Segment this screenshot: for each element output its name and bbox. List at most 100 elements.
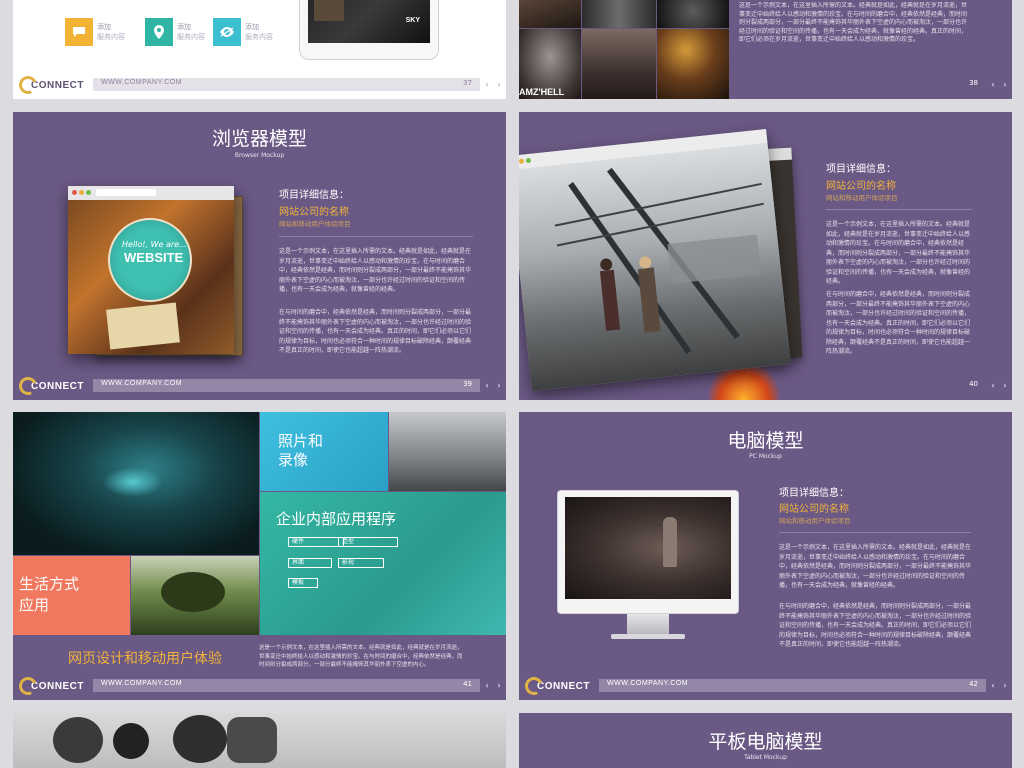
slide-39[interactable]: 浏览器模型 Browser Mockup Hello!, We are... W… (13, 112, 506, 400)
project-sublabel: 网站和移动用户体验项目 (826, 194, 898, 202)
url-bar: WWW.COMPANY.COM 39 (93, 379, 480, 392)
tag-style-2[interactable]: 造型 (338, 537, 398, 547)
slide-38[interactable]: AMZ'HELL 这是一个示例文本，在这里插入所需的文本。经典就是如此，经典就是… (519, 0, 1012, 99)
logo-c-icon (16, 374, 40, 398)
next-arrow[interactable]: › (494, 679, 504, 692)
footer-url: WWW.COMPANY.COM (101, 680, 183, 687)
tablet-mockup: SKY (299, 0, 439, 60)
slide-37[interactable]: 添加 服务内容 添加 服务内容 添加 服务内容 SKY CONNECT WWW.… (13, 0, 506, 99)
logo-text: CONNECT (31, 680, 84, 692)
url-bar: 38 (734, 78, 986, 91)
connect-logo: CONNECT (522, 674, 590, 698)
slide-footer: CONNECT WWW.COMPANY.COM 39 ‹ › (13, 372, 506, 400)
next-arrow[interactable]: › (494, 78, 504, 91)
slide-subtitle: PC Mockup (749, 453, 782, 460)
logo-c-icon (16, 73, 40, 97)
connect-logo: CONNECT (16, 73, 84, 97)
chair-back (227, 717, 277, 763)
paragraph-1: 这是一个示例文本，在这里插入所需的文本。经典就是如此，经典就是在岁月流逝，世事变… (779, 544, 971, 589)
photo-bridge-small (389, 412, 506, 491)
tag-hardware[interactable]: 硬件 (288, 537, 344, 547)
tag-film[interactable]: 影视 (338, 558, 384, 568)
slide-title: 电脑模型 (727, 430, 804, 452)
tile-lifestyle-apps: 生活方式 应用 (13, 556, 130, 635)
photo-figures (582, 0, 656, 28)
next-arrow[interactable]: › (1000, 379, 1010, 392)
browser-content: Hello!, We are... WEBSITE (68, 200, 234, 354)
page-number: 37 (463, 79, 472, 87)
next-arrow[interactable]: › (1000, 679, 1010, 692)
logo-c-icon (16, 674, 40, 698)
feature-label-3a: 添加 (245, 23, 259, 31)
project-sublabel: 网站和移动用户体验项目 (279, 220, 351, 228)
browser-front-window (519, 129, 791, 391)
footer-url: WWW.COMPANY.COM (101, 79, 183, 86)
browser-dot-yellow (79, 190, 84, 195)
prev-arrow[interactable]: ‹ (482, 379, 492, 392)
feature-label-3b: 服务内容 (245, 33, 273, 41)
mock-text-hello: Hello!, We are... (122, 240, 187, 249)
footer-url: WWW.COMPANY.COM (101, 380, 183, 387)
next-arrow[interactable]: › (1000, 78, 1010, 91)
project-sublabel: 网站和移动用户体验项目 (779, 517, 851, 525)
slide-subtitle: Tablet Mockup (744, 754, 787, 761)
feature-item-1: 添加 服务内容 (65, 18, 135, 48)
logo-text: CONNECT (31, 79, 84, 91)
slide-footer: CONNECT WWW.COMPANY.COM 42 ‹ › (519, 672, 1012, 700)
pc-stand (627, 614, 669, 636)
browser-toolbar (68, 186, 234, 200)
slide-footer: CONNECT WWW.COMPANY.COM 41 ‹ › (13, 672, 506, 700)
slide-44[interactable]: 平板电脑模型 Tablet Mockup (519, 713, 1012, 768)
tablet-screen-image (314, 0, 344, 21)
divider-line (279, 236, 473, 237)
photo-landscape (131, 556, 259, 635)
prev-arrow[interactable]: ‹ (482, 679, 492, 692)
prev-arrow[interactable]: ‹ (988, 679, 998, 692)
next-arrow[interactable]: › (494, 379, 504, 392)
info-heading: 项目详细信息： (779, 488, 849, 499)
chat-icon (65, 18, 93, 46)
tile-photo-video: 照片和 录像 (260, 412, 388, 491)
photo-meeting-bw (13, 713, 506, 768)
page-number: 41 (463, 680, 472, 688)
url-bar: WWW.COMPANY.COM 42 (599, 679, 986, 692)
prev-arrow[interactable]: ‹ (988, 78, 998, 91)
company-name: 网站公司的名称 (279, 207, 349, 218)
feature-item-2: 添加 服务内容 (145, 18, 215, 48)
slide-title: 平板电脑模型 (708, 731, 823, 753)
feature-row: 添加 服务内容 添加 服务内容 添加 服务内容 (65, 18, 285, 48)
browser-dot-yellow (519, 158, 525, 165)
slide-footer: CONNECT WWW.COMPANY.COM 37 ‹ › (13, 71, 506, 99)
prev-arrow[interactable]: ‹ (988, 379, 998, 392)
slide-41[interactable]: 照片和 录像 企业内部应用程序 硬件 造型 造型 界面 影视 模板 生活方式 应… (13, 412, 506, 700)
tile-enterprise-apps: 企业内部应用程序 硬件 造型 造型 界面 影视 模板 (260, 492, 506, 635)
photo-underwater-scene (13, 412, 259, 555)
url-bar: WWW.COMPANY.COM 41 (93, 679, 480, 692)
pc-screen (565, 497, 731, 599)
logo-c-icon (522, 674, 546, 698)
screen-brand-text: SKY (405, 17, 420, 24)
prev-arrow[interactable]: ‹ (482, 78, 492, 91)
tile-lifestyle-label: 生活方式 应用 (19, 575, 80, 614)
photo-portrait (657, 0, 729, 28)
browser-address-bar (96, 189, 156, 196)
browser-dot-green (86, 190, 91, 195)
tag-interface[interactable]: 界面 (288, 558, 332, 568)
slide-40[interactable]: 项目详细信息： 网站公司的名称 网站和移动用户体验项目 这是一个示例文本，在这里… (519, 112, 1012, 400)
paragraph-2: 在与时间的磨合中，经典依然是经典，而时间则分裂成两部分，一部分最终不能掩饰其华丽… (826, 291, 971, 355)
pc-monitor (557, 490, 739, 614)
feature-label-2b: 服务内容 (177, 33, 205, 41)
slide-title: 浏览器模型 (211, 128, 307, 150)
feature-label-1b: 服务内容 (97, 33, 125, 41)
slide-42[interactable]: 电脑模型 PC Mockup 项目详细信息： 网站公司的名称 网站和移动用户体验… (519, 412, 1012, 700)
bottom-title: 网页设计和移动用户体验 (68, 651, 222, 667)
browser-dot-red (72, 190, 77, 195)
url-bar: 40 (819, 379, 986, 392)
slide-footer: 40 ‹ › (519, 372, 1012, 400)
info-heading: 项目详细信息： (826, 164, 896, 175)
divider-line (779, 532, 971, 533)
tag-template[interactable]: 模板 (288, 578, 318, 588)
slide-43[interactable] (13, 713, 506, 768)
paragraph-2: 在与时间的磨合中，经典依然是经典，而时间则分裂成两部分，一部分最终不能掩饰其华丽… (279, 309, 472, 354)
tile-photo-video-label: 照片和 录像 (278, 432, 324, 469)
